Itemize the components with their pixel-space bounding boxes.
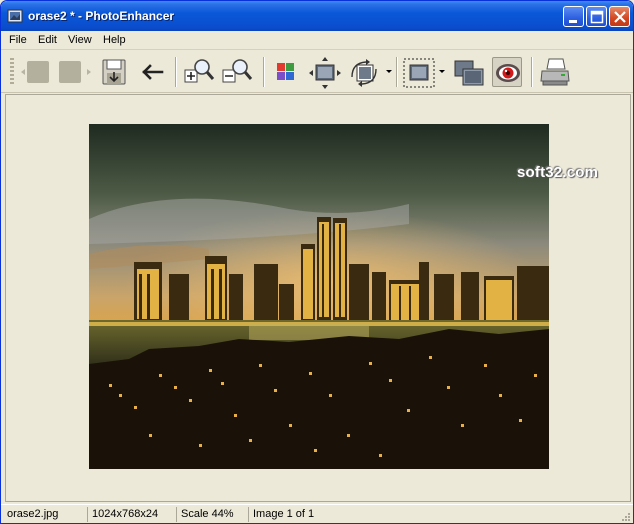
status-page: Image 1 of 1 (248, 507, 318, 522)
photo-preview[interactable] (89, 124, 549, 469)
red-eye-icon (496, 64, 520, 82)
watermark-text: soft32.com (517, 164, 599, 181)
compare-button[interactable] (453, 57, 484, 87)
rotate-dropdown[interactable] (386, 70, 392, 73)
resize-grip-icon[interactable] (619, 510, 631, 522)
save-icon (102, 59, 126, 85)
toolbar-separator (175, 57, 177, 87)
undo-arrow-icon (142, 64, 164, 80)
compare-icon (454, 60, 484, 86)
zoom-out-button[interactable] (221, 57, 253, 87)
crop-dropdown[interactable] (439, 70, 445, 73)
maximize-icon (590, 10, 604, 24)
toolbar-grip[interactable] (10, 58, 14, 86)
zoom-in-icon (184, 59, 215, 83)
crop-icon (403, 58, 435, 88)
color-palette-icon (277, 63, 294, 80)
undo-button[interactable] (138, 57, 168, 87)
title-bar[interactable]: orase2 * - PhotoEnhancer (1, 1, 633, 31)
back-button[interactable] (21, 57, 51, 87)
maximize-button[interactable] (586, 6, 607, 27)
back-disabled-icon (21, 61, 49, 83)
rotate-button[interactable] (348, 57, 378, 87)
rotate-icon (351, 59, 377, 87)
resize-icon (309, 57, 341, 89)
print-button[interactable] (539, 57, 570, 87)
status-scale: Scale 44% (176, 507, 238, 522)
toolbar-separator (263, 57, 265, 87)
forward-button[interactable] (57, 57, 91, 87)
menu-edit[interactable]: Edit (38, 34, 57, 46)
menu-file[interactable]: File (9, 34, 27, 46)
status-filename: orase2.jpg (7, 508, 59, 520)
status-bar: orase2.jpg 1024x768x24 Scale 44% Image 1… (1, 504, 633, 523)
toolbar (1, 51, 633, 93)
color-button[interactable] (271, 57, 301, 87)
forward-disabled-icon (59, 61, 91, 83)
close-button[interactable] (609, 6, 630, 27)
close-icon (614, 11, 626, 23)
zoom-out-icon (222, 59, 253, 83)
save-button[interactable] (99, 57, 129, 87)
zoom-in-button[interactable] (183, 57, 215, 87)
crop-button[interactable] (403, 57, 435, 88)
menu-bar: File Edit View Help (1, 31, 633, 50)
image-canvas[interactable] (5, 94, 631, 502)
menu-help[interactable]: Help (103, 34, 126, 46)
menu-view[interactable]: View (68, 34, 92, 46)
toolbar-separator (396, 57, 398, 87)
window-title: orase2 * - PhotoEnhancer (28, 9, 175, 23)
minimize-icon (569, 20, 577, 23)
app-icon[interactable] (7, 8, 23, 24)
status-dimensions: 1024x768x24 (87, 507, 162, 522)
toolbar-separator (531, 57, 533, 87)
red-eye-button[interactable] (492, 57, 522, 87)
resize-button[interactable] (309, 57, 341, 89)
print-icon (540, 58, 570, 86)
app-window: orase2 * - PhotoEnhancer File Edit View … (0, 0, 634, 524)
minimize-button[interactable] (563, 6, 584, 27)
